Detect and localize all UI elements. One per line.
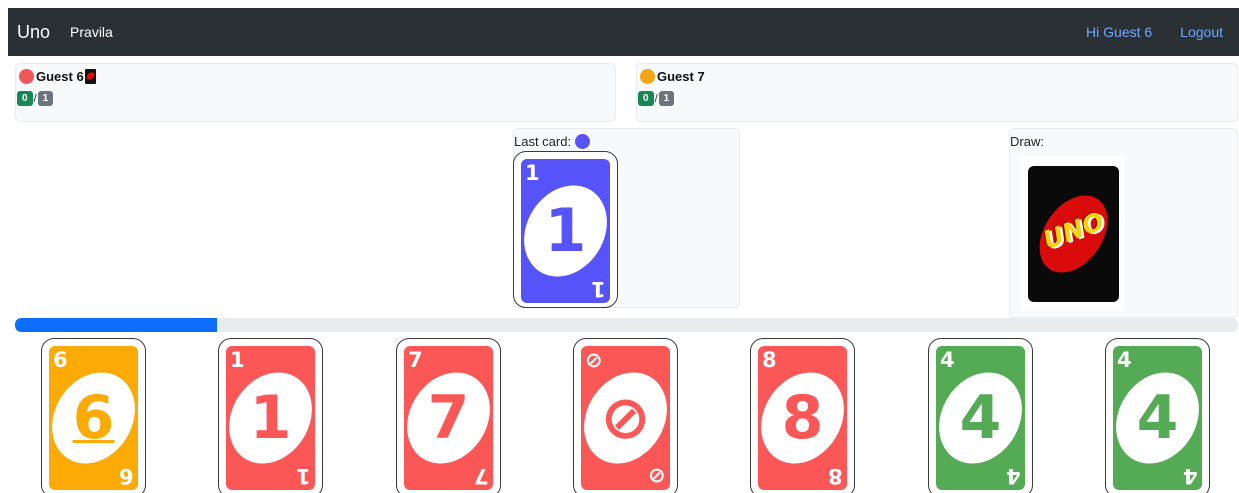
card-corner-bottom: 4 [1006,464,1021,488]
hand-card[interactable]: 777 [396,338,501,493]
player-header: Guest 7 [640,69,705,84]
brand-logo[interactable]: Uno [17,22,50,43]
game-screen: Uno Pravila Hi Guest 6 Logout Guest 6 0 … [0,0,1239,493]
card-corner-bottom: 1 [591,277,606,301]
card-face: 888 [758,346,847,490]
player-color-dot-icon [640,69,655,84]
last-card-label: Last card: [514,134,572,149]
player-panel-guest-7: Guest 7 0 / 1 [636,63,1238,122]
hand-card[interactable]: ⊘ ⊘ ⊘ [573,338,678,493]
card-corner-bottom: 4 [1183,464,1198,488]
uno-card-mini-icon [84,69,96,84]
card-corner-top: 4 [1117,348,1132,372]
navbar: Uno Pravila Hi Guest 6 Logout [8,8,1239,56]
card-face: 444 [1113,346,1202,490]
card-face: 1 1 1 [521,159,610,303]
card-corner-bottom: 8 [828,464,843,488]
counter-separator: / [654,92,658,105]
player-score-badge: 0 [638,91,654,106]
last-played-card: 1 1 1 [513,151,618,308]
logout-link[interactable]: Logout [1180,24,1223,40]
hand-card[interactable]: 111 [218,338,323,493]
counter-separator: / [33,92,37,105]
card-face: 666 [49,346,138,490]
current-color-dot-icon [575,134,591,149]
card-face: ⊘ ⊘ ⊘ [581,346,670,490]
player-color-dot-icon [19,69,34,84]
draw-panel: Draw: UNO [1009,128,1238,318]
hand-card[interactable]: 444 [1105,338,1210,493]
rules-link[interactable]: Pravila [70,24,113,40]
player-name: Guest 6 [36,69,84,84]
draw-deck-card[interactable]: UNO [1028,166,1119,302]
hand-card[interactable]: 888 [750,338,855,493]
user-greeting-link[interactable]: Hi Guest 6 [1086,24,1152,40]
card-corner-bottom: 7 [474,464,489,488]
player-counters: 0 / 1 [638,91,675,106]
player-name: Guest 7 [657,69,705,84]
turn-timer-fill [15,318,217,332]
card-face: 111 [226,346,315,490]
card-corner-top: 1 [230,348,245,372]
card-corner-top: 6 [53,348,68,372]
card-corner-top: ⊘ [585,348,603,372]
player-panel-guest-6: Guest 6 0 / 1 [15,63,616,122]
card-corner-bottom: 1 [296,464,311,488]
card-corner-top: 1 [525,161,540,185]
player-counters: 0 / 1 [17,91,54,106]
player-header: Guest 6 [19,69,96,84]
card-face: 777 [404,346,493,490]
navbar-right: Hi Guest 6 Logout [1086,24,1223,40]
hand-card[interactable]: 666 [41,338,146,493]
hand-card[interactable]: 444 [928,338,1033,493]
card-corner-top: 4 [940,348,955,372]
card-corner-bottom: ⊘ [648,464,666,488]
last-card-label-row: Last card: [514,134,591,149]
draw-label: Draw: [1010,134,1044,149]
player-score-badge: 0 [17,91,33,106]
turn-timer-bar [15,318,1238,332]
card-face: 444 [936,346,1025,490]
card-corner-bottom: 6 [119,464,134,488]
card-corner-top: 7 [408,348,423,372]
card-corner-top: 8 [762,348,777,372]
draw-pile[interactable]: UNO [1020,156,1125,311]
player-cards-badge: 1 [37,91,54,106]
player-cards-badge: 1 [658,91,675,106]
